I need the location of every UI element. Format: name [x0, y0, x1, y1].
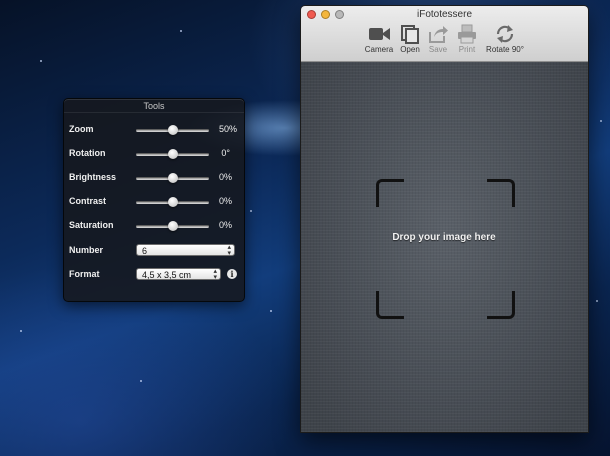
share-arrow-icon — [429, 26, 448, 43]
zoom-row: Zoom 50% — [64, 122, 244, 138]
star — [600, 120, 602, 122]
saturation-label: Saturation — [69, 220, 114, 230]
star — [250, 210, 252, 212]
drop-frame-bottom-left-corner — [376, 291, 404, 319]
saturation-slider-knob[interactable] — [167, 221, 178, 231]
drop-frame-top-left-corner — [376, 179, 404, 207]
rotation-row: Rotation 0° — [64, 146, 244, 162]
rotate-label: Rotate 90° — [486, 45, 524, 54]
star — [20, 330, 22, 332]
zoom-label: Zoom — [69, 124, 94, 134]
image-drop-area[interactable]: Drop your image here — [301, 62, 588, 432]
brightness-value: 0% — [218, 172, 232, 182]
saturation-value: 0% — [218, 220, 232, 230]
open-button[interactable]: Open — [398, 24, 422, 60]
brightness-slider[interactable] — [136, 173, 209, 183]
rotation-slider-knob[interactable] — [167, 149, 178, 159]
open-documents-icon — [401, 25, 419, 44]
contrast-slider[interactable] — [136, 197, 209, 207]
save-button[interactable]: Save — [425, 24, 451, 60]
format-select-value: 4,5 x 3,5 cm — [142, 270, 192, 280]
rotate-button[interactable]: Rotate 90° — [483, 24, 527, 60]
window-title: iFototessere — [416, 9, 473, 20]
brightness-label: Brightness — [69, 172, 117, 182]
star — [140, 380, 142, 382]
star — [270, 310, 272, 312]
tools-panel-title: Tools — [143, 101, 165, 111]
star — [180, 30, 182, 32]
desktop-background: Tools Zoom 50% Rotation 0° Brightness 0%… — [0, 0, 610, 456]
camera-label: Camera — [364, 45, 394, 54]
contrast-row: Contrast 0% — [64, 194, 244, 210]
star — [40, 60, 42, 62]
camera-button[interactable]: Camera — [363, 24, 395, 60]
rotation-value: 0° — [221, 148, 230, 158]
drop-image-prompt: Drop your image here — [392, 232, 496, 243]
number-label: Number — [69, 245, 104, 255]
contrast-label: Contrast — [69, 196, 107, 206]
select-arrows-icon: ▴ ▾ — [227, 244, 231, 257]
select-arrows-icon: ▴ ▾ — [213, 268, 217, 281]
number-select[interactable]: 6 ▴ ▾ — [136, 244, 235, 257]
zoom-value: 50% — [218, 124, 237, 134]
saturation-slider[interactable] — [136, 221, 209, 231]
rotation-label: Rotation — [69, 148, 106, 158]
print-label: Print — [458, 45, 476, 54]
star — [596, 300, 598, 302]
contrast-value: 0% — [218, 196, 232, 206]
number-select-value: 6 — [142, 246, 148, 256]
brightness-slider-knob[interactable] — [167, 173, 178, 183]
open-label: Open — [400, 45, 420, 54]
number-row: Number 6 ▴ ▾ — [64, 243, 244, 259]
print-button[interactable]: Print — [454, 24, 480, 60]
zoom-slider-knob[interactable] — [167, 125, 178, 135]
saturation-row: Saturation 0% — [64, 218, 244, 234]
format-select[interactable]: 4,5 x 3,5 cm ▴ ▾ — [136, 268, 221, 281]
format-row: Format 4,5 x 3,5 cm ▴ ▾ i — [64, 267, 244, 283]
save-label: Save — [428, 45, 448, 54]
tools-panel: Tools Zoom 50% Rotation 0° Brightness 0%… — [63, 98, 245, 302]
brightness-row: Brightness 0% — [64, 170, 244, 186]
contrast-slider-knob[interactable] — [167, 197, 178, 207]
video-camera-icon — [369, 28, 390, 40]
format-label: Format — [69, 269, 100, 279]
info-icon[interactable]: i — [227, 269, 237, 279]
window-toolbar: iFototessere Camera Open Save Print Rota… — [301, 6, 588, 62]
rotate-arrows-icon — [496, 25, 514, 43]
app-window: iFototessere Camera Open Save Print Rota… — [300, 5, 589, 433]
printer-icon — [458, 24, 476, 44]
rotation-slider[interactable] — [136, 149, 209, 159]
zoom-slider[interactable] — [136, 125, 209, 135]
drop-frame-bottom-right-corner — [487, 291, 515, 319]
drop-frame-top-right-corner — [487, 179, 515, 207]
